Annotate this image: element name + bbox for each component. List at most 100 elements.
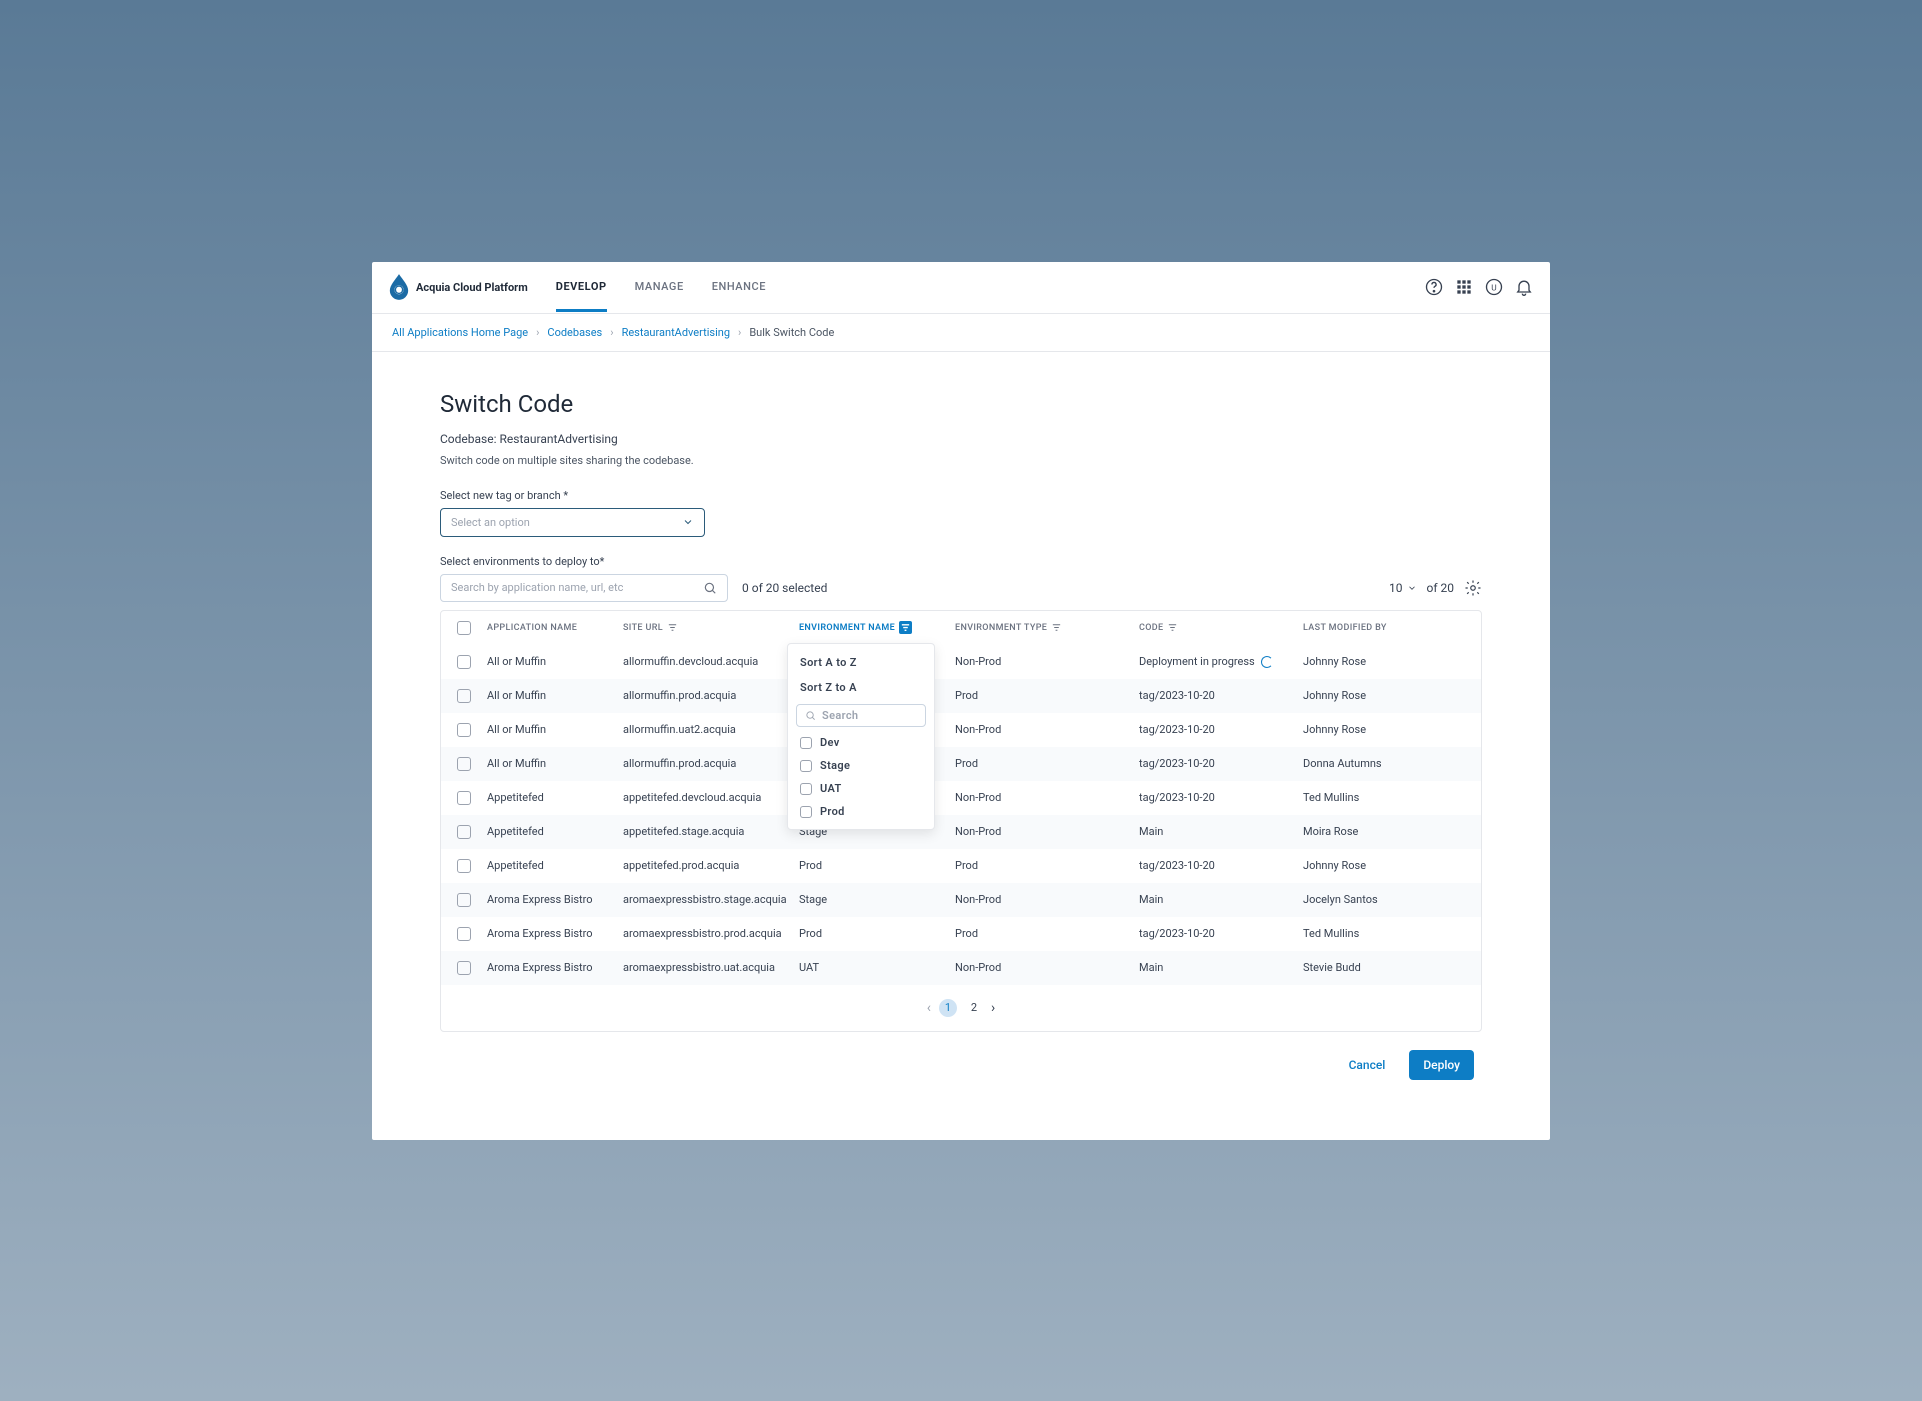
filter-search[interactable]: Search <box>796 704 926 727</box>
cell-type: Non-Prod <box>955 723 1139 736</box>
cell-by: Donna Autumns <box>1303 757 1479 770</box>
sort-za[interactable]: Sort Z to A <box>788 675 934 700</box>
col-url[interactable]: SITE URL <box>623 622 799 633</box>
cell-code: tag/2023-10-20 <box>1139 689 1303 702</box>
col-app[interactable]: APPLICATION NAME <box>487 623 623 633</box>
row-checkbox[interactable] <box>457 791 471 805</box>
row-checkbox[interactable] <box>457 723 471 737</box>
content: Switch Code Codebase: RestaurantAdvertis… <box>372 352 1550 1140</box>
cell-type: Non-Prod <box>955 825 1139 838</box>
cell-app: Appetitefed <box>487 825 623 838</box>
search-placeholder: Search by application name, url, etc <box>451 581 623 594</box>
crumb-home[interactable]: All Applications Home Page <box>392 326 528 339</box>
crumb-project[interactable]: RestaurantAdvertising <box>622 326 730 339</box>
environments-table: APPLICATION NAME SITE URL ENVIRONMENT NA… <box>440 610 1482 1032</box>
table-row: Appetitefed appetitefed.prod.acquia Prod… <box>441 849 1481 883</box>
row-checkbox[interactable] <box>457 825 471 839</box>
filter-option-prod[interactable]: Prod <box>788 800 934 823</box>
cell-by: Johnny Rose <box>1303 723 1479 736</box>
cell-type: Non-Prod <box>955 791 1139 804</box>
row-checkbox[interactable] <box>457 859 471 873</box>
cell-code: Deployment in progress <box>1139 655 1303 668</box>
row-checkbox[interactable] <box>457 893 471 907</box>
cell-url: allormuffin.prod.acquia <box>623 689 799 702</box>
col-env-type[interactable]: ENVIRONMENT TYPE <box>955 622 1139 633</box>
row-checkbox[interactable] <box>457 689 471 703</box>
filter-icon[interactable] <box>1051 622 1062 633</box>
cancel-button[interactable]: Cancel <box>1343 1050 1392 1080</box>
cell-env: Prod <box>799 859 955 872</box>
cell-type: Non-Prod <box>955 961 1139 974</box>
filter-option-dev[interactable]: Dev <box>788 731 934 754</box>
tab-manage[interactable]: MANAGE <box>635 262 684 312</box>
cell-code: tag/2023-10-20 <box>1139 859 1303 872</box>
app-frame: Acquia Cloud Platform DEVELOP MANAGE ENH… <box>372 262 1550 1140</box>
chevron-right-icon: › <box>536 326 539 339</box>
cell-by: Stevie Budd <box>1303 961 1479 974</box>
col-modified[interactable]: LAST MODIFIED BY <box>1303 623 1479 633</box>
cell-app: All or Muffin <box>487 757 623 770</box>
cell-by: Ted Mullins <box>1303 791 1479 804</box>
tag-label: Select new tag or branch * <box>440 489 1482 502</box>
page-desc: Switch code on multiple sites sharing th… <box>440 454 1482 467</box>
bell-icon[interactable] <box>1514 277 1534 297</box>
filter-option-uat[interactable]: UAT <box>788 777 934 800</box>
page-1[interactable]: 1 <box>939 999 957 1017</box>
topbar: Acquia Cloud Platform DEVELOP MANAGE ENH… <box>372 262 1550 314</box>
row-checkbox[interactable] <box>457 961 471 975</box>
row-checkbox[interactable] <box>457 655 471 669</box>
prev-page[interactable]: ‹ <box>927 1000 931 1016</box>
search-input[interactable]: Search by application name, url, etc <box>440 574 728 602</box>
filter-icon[interactable] <box>1167 622 1178 633</box>
page-size-select[interactable]: 10 <box>1389 581 1417 595</box>
table-header: APPLICATION NAME SITE URL ENVIRONMENT NA… <box>441 611 1481 645</box>
cell-code: Main <box>1139 893 1303 906</box>
cell-app: Aroma Express Bistro <box>487 961 623 974</box>
cell-by: Ted Mullins <box>1303 927 1479 940</box>
help-icon[interactable] <box>1424 277 1444 297</box>
user-icon[interactable]: U <box>1484 277 1504 297</box>
filter-icon[interactable] <box>667 622 678 633</box>
main-tabs: DEVELOP MANAGE ENHANCE <box>556 262 766 312</box>
logo[interactable]: Acquia Cloud Platform <box>388 274 528 300</box>
select-all-checkbox[interactable] <box>457 621 471 635</box>
toolbar: Search by application name, url, etc 0 o… <box>440 574 1482 602</box>
chevron-right-icon: › <box>610 326 613 339</box>
cell-type: Prod <box>955 859 1139 872</box>
cell-url: allormuffin.uat2.acquia <box>623 723 799 736</box>
row-checkbox[interactable] <box>457 757 471 771</box>
table-row: Appetitefed appetitefed.stage.acquia Sta… <box>441 815 1481 849</box>
page-2[interactable]: 2 <box>965 999 983 1017</box>
apps-icon[interactable] <box>1454 277 1474 297</box>
filter-option-stage[interactable]: Stage <box>788 754 934 777</box>
crumb-codebases[interactable]: Codebases <box>547 326 602 339</box>
cell-url: aromaexpressbistro.uat.acquia <box>623 961 799 974</box>
env-label: Select environments to deploy to* <box>440 555 1482 568</box>
page-total: of 20 <box>1427 581 1454 595</box>
filter-icon-active[interactable] <box>899 621 912 634</box>
tag-select[interactable]: Select an option <box>440 508 705 537</box>
page-title: Switch Code <box>440 390 1482 418</box>
cell-by: Johnny Rose <box>1303 689 1479 702</box>
sort-az[interactable]: Sort A to Z <box>788 650 934 675</box>
crumb-current: Bulk Switch Code <box>749 326 834 339</box>
table-row: All or Muffin allormuffin.devcloud.acqui… <box>441 645 1481 679</box>
table-row: All or Muffin allormuffin.prod.acquia Pr… <box>441 679 1481 713</box>
tab-develop[interactable]: DEVELOP <box>556 262 607 312</box>
col-code[interactable]: CODE <box>1139 622 1303 633</box>
cell-url: allormuffin.devcloud.acquia <box>623 655 799 668</box>
codebase-subtitle: Codebase: RestaurantAdvertising <box>440 432 1482 446</box>
tab-enhance[interactable]: ENHANCE <box>712 262 766 312</box>
gear-icon[interactable] <box>1464 579 1482 597</box>
table-row: Aroma Express Bistro aromaexpressbistro.… <box>441 951 1481 985</box>
cell-type: Non-Prod <box>955 655 1139 668</box>
cell-url: allormuffin.prod.acquia <box>623 757 799 770</box>
cell-env: Stage <box>799 893 955 906</box>
table-row: All or Muffin allormuffin.prod.acquia Pr… <box>441 747 1481 781</box>
col-env-name[interactable]: ENVIRONMENT NAME Sort A to Z Sort Z to A… <box>799 621 955 634</box>
brand-text: Acquia Cloud Platform <box>416 281 528 294</box>
row-checkbox[interactable] <box>457 927 471 941</box>
cell-type: Prod <box>955 757 1139 770</box>
next-page[interactable]: › <box>991 1000 995 1016</box>
deploy-button[interactable]: Deploy <box>1409 1050 1474 1080</box>
